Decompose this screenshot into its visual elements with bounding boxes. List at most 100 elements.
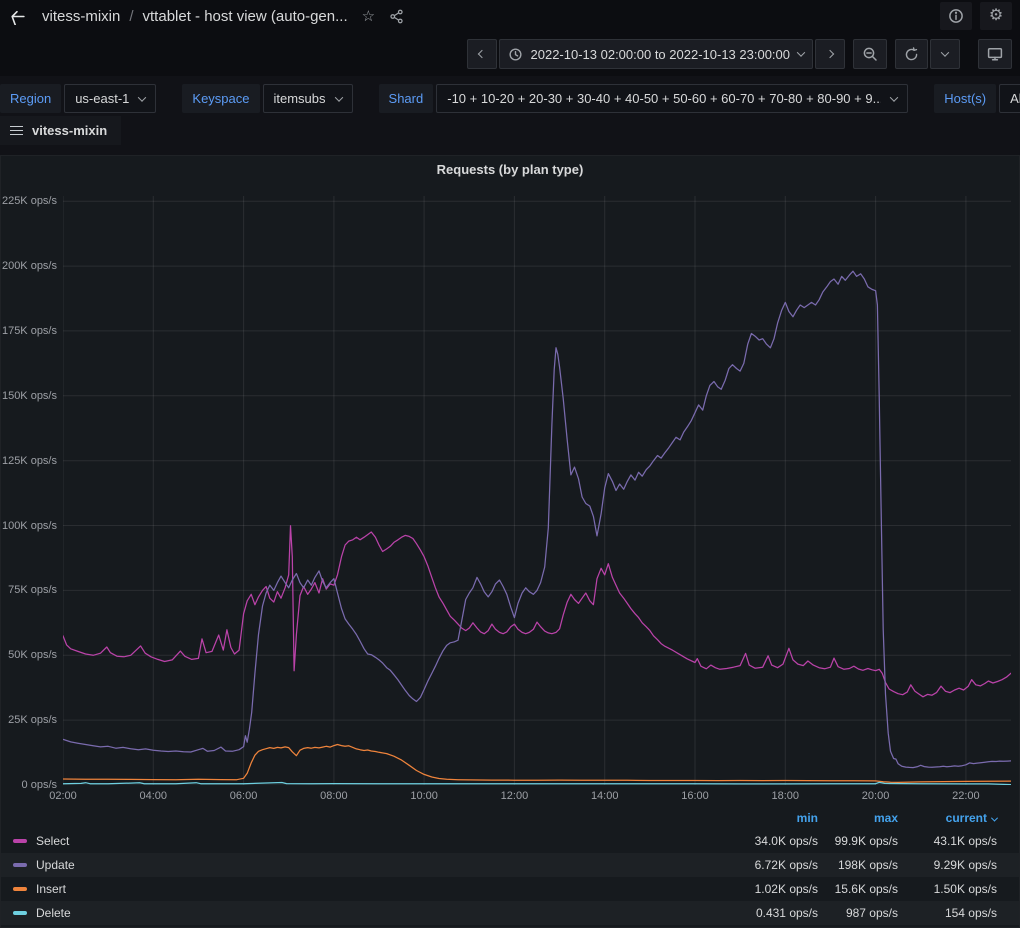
y-tick-label: 175K ops/s (1, 325, 57, 337)
kiosk-mode-button[interactable] (978, 39, 1012, 69)
x-tick-label: 08:00 (312, 790, 356, 802)
time-shift-back-button[interactable] (467, 39, 497, 69)
shard-select[interactable]: -10 + 10-20 + 20-30 + 30-40 + 40-50 + 50… (436, 84, 908, 113)
y-tick-label: 200K ops/s (1, 260, 57, 272)
row-menu-icon (10, 126, 23, 136)
variable-shard: Shard -10 + 10-20 + 20-30 + 30-40 + 40-5… (379, 84, 909, 113)
time-range-label: 2022-10-13 02:00:00 to 2022-10-13 23:00:… (531, 47, 791, 62)
legend-series-swatch (13, 887, 27, 891)
share-icon[interactable] (389, 9, 404, 24)
sort-chevron-icon (991, 815, 998, 822)
y-tick-label: 125K ops/s (1, 455, 57, 467)
legend-row: Update6.72K ops/s198K ops/s9.29K ops/s (1, 853, 1019, 877)
x-tick-label: 22:00 (944, 790, 988, 802)
time-toolbar: 2022-10-13 02:00:00 to 2022-10-13 23:00:… (0, 32, 1020, 76)
chevron-down-icon (138, 93, 146, 101)
plot-area[interactable] (63, 196, 1011, 785)
chevron-down-icon (941, 48, 949, 56)
legend-current-value: 43.1K ops/s (898, 834, 997, 848)
chevron-right-icon (826, 50, 834, 58)
settings-button[interactable]: ⚙ (980, 2, 1012, 30)
legend-series-name[interactable]: Insert (36, 882, 66, 896)
grafana-dashboard: vitess-mixin / vttablet - host view (aut… (0, 0, 1020, 928)
refresh-icon (904, 47, 919, 62)
series-line-delete (63, 782, 1011, 784)
legend-header-row: min max current (1, 807, 1019, 829)
legend-sort-current[interactable]: current (898, 811, 997, 825)
region-label[interactable]: Region (0, 84, 61, 113)
x-tick-label: 06:00 (222, 790, 266, 802)
legend-series-name[interactable]: Select (36, 834, 69, 848)
legend-max-value: 987 ops/s (818, 906, 898, 920)
share-alt-icon (389, 9, 404, 24)
hosts-select[interactable]: All (999, 84, 1020, 113)
legend-max-value: 99.9K ops/s (818, 834, 898, 848)
gear-icon: ⚙ (989, 8, 1003, 24)
zoom-out-icon (862, 46, 878, 62)
legend-max-value: 198K ops/s (818, 858, 898, 872)
legend-min-value: 1.02K ops/s (703, 882, 818, 896)
x-tick-label: 04:00 (131, 790, 175, 802)
info-button[interactable] (940, 2, 972, 30)
zoom-out-button[interactable] (853, 39, 887, 69)
keyspace-select[interactable]: itemsubs (263, 84, 353, 113)
region-value: us-east-1 (75, 91, 129, 106)
legend-rows: Select 34.0K ops/s99.9K ops/s43.1K ops/s U… (1, 829, 1019, 925)
legend-current-value: 9.29K ops/s (898, 858, 997, 872)
x-tick-label: 18:00 (763, 790, 807, 802)
x-tick-label: 14:00 (583, 790, 627, 802)
legend-current-value: 154 ops/s (898, 906, 997, 920)
refresh-group (895, 39, 960, 69)
star-icon[interactable]: ☆ (362, 7, 375, 25)
refresh-interval-dropdown[interactable] (930, 39, 960, 69)
y-tick-label: 100K ops/s (1, 520, 57, 532)
breadcrumb-dashboard-root[interactable]: vitess-mixin (42, 8, 120, 25)
legend-row: Delete 0.431 ops/s987 ops/s154 ops/s (1, 901, 1019, 925)
chevron-down-icon (797, 48, 805, 56)
back-button[interactable] (0, 0, 34, 32)
x-tick-label: 10:00 (402, 790, 446, 802)
series-line-select (63, 526, 1011, 697)
series-line-update (63, 271, 1011, 767)
legend-series-swatch (13, 911, 27, 915)
row-title: vitess-mixin (32, 123, 107, 138)
time-range-picker-button[interactable]: 2022-10-13 02:00:00 to 2022-10-13 23:00:… (499, 39, 814, 69)
legend-min-value: 0.431 ops/s (703, 906, 818, 920)
legend-sort-max[interactable]: max (818, 811, 898, 825)
legend-max-value: 15.6K ops/s (818, 882, 898, 896)
shard-value: -10 + 10-20 + 20-30 + 30-40 + 40-50 + 50… (447, 91, 881, 106)
legend-row: Insert1.02K ops/s15.6K ops/s1.50K ops/s (1, 877, 1019, 901)
legend-series-swatch (13, 863, 27, 867)
grid-lines (63, 196, 1011, 785)
legend-sort-min[interactable]: min (703, 811, 818, 825)
chevron-down-icon (334, 93, 342, 101)
breadcrumb-dashboard-title[interactable]: vttablet - host view (auto-gen... (143, 8, 348, 25)
topnav-actions: ⚙ (940, 2, 1020, 30)
legend-min-value: 34.0K ops/s (703, 834, 818, 848)
region-select[interactable]: us-east-1 (64, 84, 156, 113)
variable-hosts: Host(s) All (934, 84, 1020, 113)
legend-table: min max current Select 34.0K ops/s99.9K o… (1, 807, 1019, 925)
breadcrumb: vitess-mixin / vttablet - host view (aut… (42, 8, 348, 25)
x-tick-label: 12:00 (492, 790, 536, 802)
dashboard-row-toggle[interactable]: vitess-mixin (0, 116, 121, 145)
clock-icon (508, 47, 523, 62)
legend-series-name[interactable]: Update (36, 858, 75, 872)
keyspace-label[interactable]: Keyspace (182, 84, 259, 113)
chevron-left-icon (477, 50, 485, 58)
y-tick-label: 75K ops/s (1, 584, 57, 596)
y-tick-label: 25K ops/s (1, 714, 57, 726)
breadcrumb-separator: / (129, 8, 133, 25)
time-shift-forward-button[interactable] (815, 39, 845, 69)
legend-row: Select 34.0K ops/s99.9K ops/s43.1K ops/s (1, 829, 1019, 853)
x-tick-label: 20:00 (854, 790, 898, 802)
variables-submenu: Region us-east-1 Keyspace itemsubs Shard… (0, 76, 1020, 113)
refresh-button[interactable] (895, 39, 928, 69)
requests-panel: Requests (by plan type) 0 ops/s25K ops/s… (0, 155, 1020, 928)
shard-label[interactable]: Shard (379, 84, 434, 113)
hosts-value: All (1010, 91, 1020, 106)
panel-title[interactable]: Requests (by plan type) (1, 156, 1019, 184)
hosts-label[interactable]: Host(s) (934, 84, 996, 113)
y-tick-label: 50K ops/s (1, 649, 57, 661)
legend-series-name[interactable]: Delete (36, 906, 71, 920)
